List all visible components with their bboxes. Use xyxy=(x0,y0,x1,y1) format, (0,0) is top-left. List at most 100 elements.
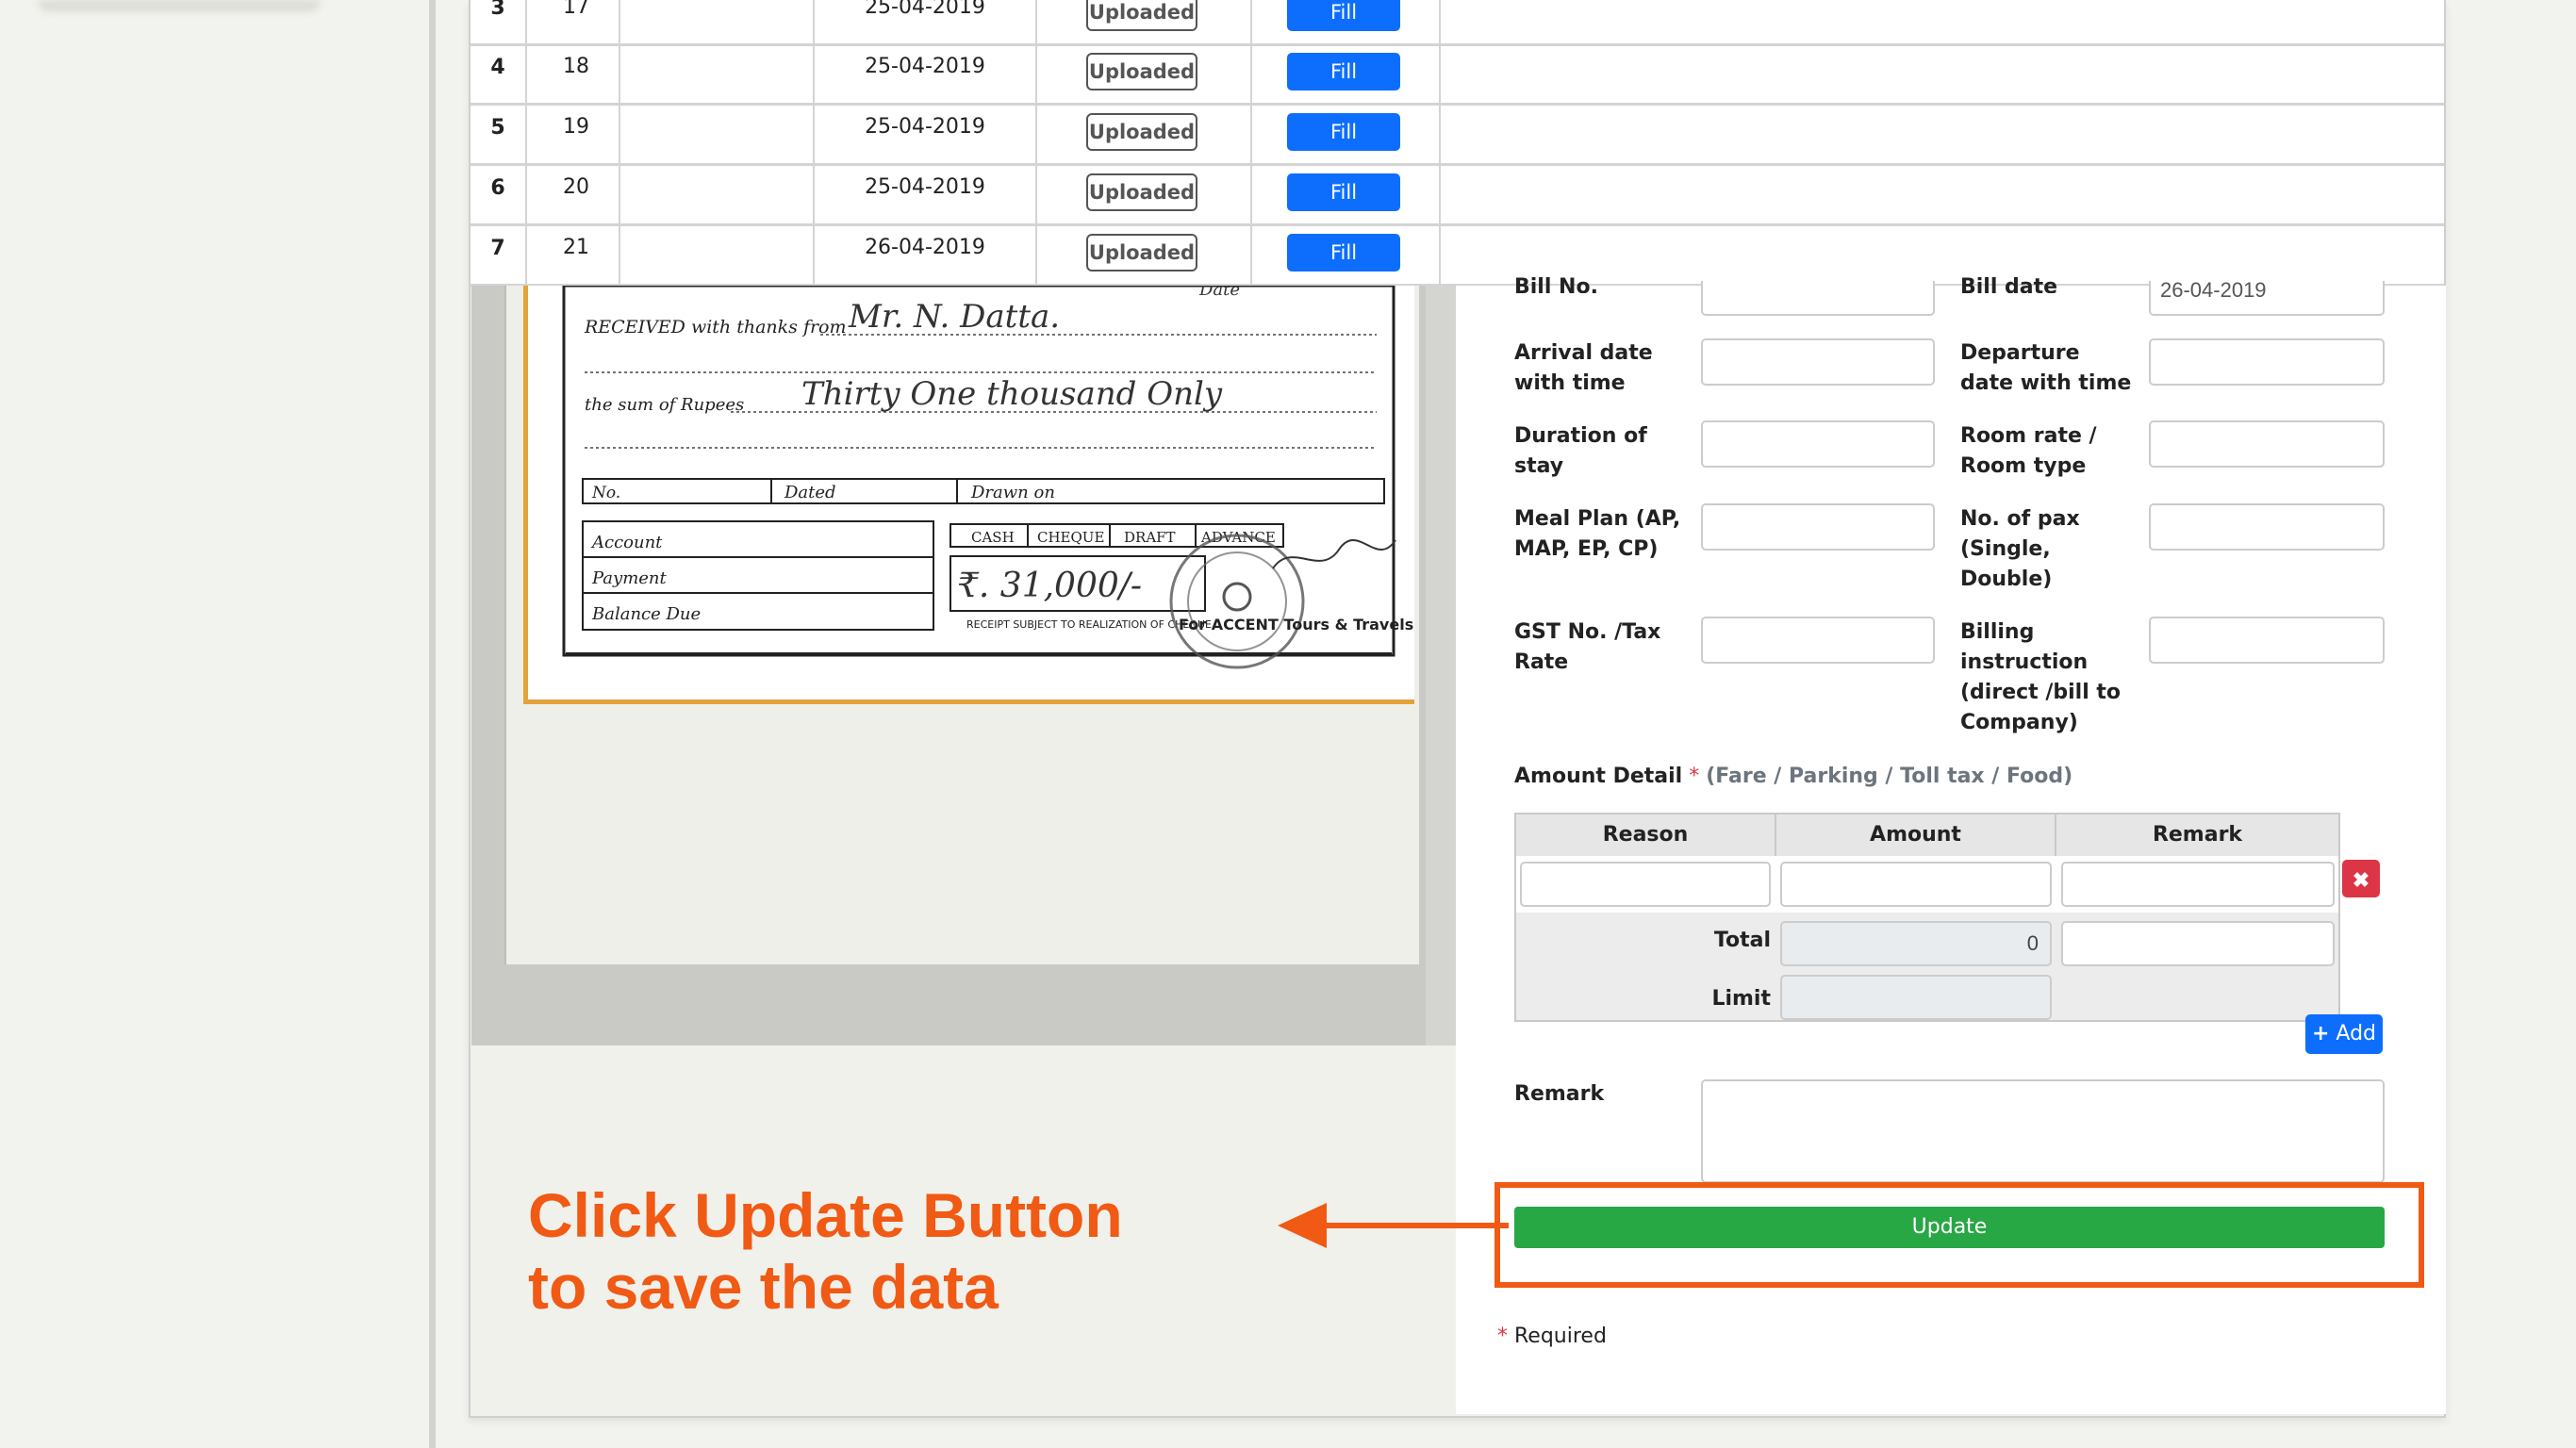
row-date: 25-04-2019 xyxy=(815,164,1037,223)
row-empty-cell xyxy=(620,224,815,284)
col-amount: Amount xyxy=(1776,814,2056,856)
table-row: 7 21 26-04-2019 Uploaded Fill xyxy=(471,224,2444,287)
receipt-amount: ₹. 31,000/- xyxy=(957,567,1142,605)
row-id: 21 xyxy=(527,224,620,284)
table-row: 6 20 25-04-2019 Uploaded Fill xyxy=(471,164,2444,226)
gst-input[interactable] xyxy=(1701,617,1935,664)
row-empty-cell xyxy=(620,43,815,103)
col-reason: Reason xyxy=(1516,814,1776,856)
callout-line-2: to save the data xyxy=(528,1252,999,1322)
row-status-cell: Uploaded xyxy=(1037,43,1252,103)
duration-label: Duration of stay xyxy=(1514,424,1647,478)
amount-detail-label: Amount Detail xyxy=(1514,765,1683,788)
row-date: 25-04-2019 xyxy=(815,0,1037,43)
bills-table: 3 17 25-04-2019 Uploaded Fill 4 18 25-04… xyxy=(469,0,2446,287)
pax-input[interactable] xyxy=(2149,503,2385,551)
room-rate-label: Room rate / Room type xyxy=(1960,424,2097,478)
close-icon: ✖ xyxy=(2352,868,2370,892)
duration-input[interactable] xyxy=(1701,420,1935,468)
mode-draft: DRAFT xyxy=(1124,529,1176,546)
required-note: * Required xyxy=(1497,1322,1607,1352)
meal-plan-input[interactable] xyxy=(1701,503,1935,551)
amount-detail-hint: (Fare / Parking / Toll tax / Food) xyxy=(1706,765,2073,788)
fill-button[interactable]: Fill xyxy=(1287,53,1400,90)
no-label: No. xyxy=(591,484,620,502)
drawn-on-label: Drawn on xyxy=(970,483,1055,502)
viewer-scrollbar[interactable] xyxy=(1426,286,1456,1045)
pax-label: No. of pax (Single, Double) xyxy=(1960,507,2080,591)
mode-advance: ADVANCE xyxy=(1200,529,1276,546)
amount-detail-heading: Amount Detail * (Fare / Parking / Toll t… xyxy=(1514,762,2193,792)
row-date: 25-04-2019 xyxy=(815,104,1037,163)
remark-row-input[interactable] xyxy=(2061,862,2335,907)
amount-table: Reason Amount Remark Total 0 Limit xyxy=(1514,813,2340,1022)
fill-button[interactable]: Fill xyxy=(1287,0,1400,31)
bill-date-input[interactable]: 26-04-2019 xyxy=(2149,281,2385,316)
bill-no-input[interactable] xyxy=(1701,281,1935,316)
row-status-cell: Uploaded xyxy=(1037,224,1252,284)
limit-label: Limit xyxy=(1711,987,1771,1011)
sidebar-shadow xyxy=(38,0,321,11)
row-id: 19 xyxy=(527,104,620,163)
fill-button[interactable]: Fill xyxy=(1287,173,1400,211)
row-id: 18 xyxy=(527,43,620,103)
amount-input[interactable] xyxy=(1780,862,2052,907)
total-value: 0 xyxy=(1780,921,2052,966)
gst-label: GST No. /Tax Rate xyxy=(1514,620,1661,674)
instruction-callout: Click Update Button to save the data xyxy=(528,1179,1226,1323)
row-action-cell: Fill xyxy=(1252,104,1441,163)
row-action-cell: Fill xyxy=(1252,43,1441,103)
dated-label: Dated xyxy=(784,483,836,502)
status-badge: Uploaded xyxy=(1086,173,1197,211)
table-row: 5 19 25-04-2019 Uploaded Fill xyxy=(471,104,2444,166)
fill-button[interactable]: Fill xyxy=(1287,234,1400,272)
row-number: 3 xyxy=(471,0,527,43)
remark-textarea[interactable] xyxy=(1701,1079,2385,1183)
status-badge: Uploaded xyxy=(1086,53,1197,90)
status-badge: Uploaded xyxy=(1086,113,1197,151)
departure-input[interactable] xyxy=(2149,338,2385,386)
required-star: * xyxy=(1689,765,1700,788)
arrow-left-icon xyxy=(1278,1203,1509,1248)
row-number: 6 xyxy=(471,164,527,223)
bill-date-label: Bill date xyxy=(1960,275,2058,293)
table-row: 3 17 25-04-2019 Uploaded Fill xyxy=(471,0,2444,46)
limit-value xyxy=(1780,975,2052,1020)
arrival-label: Arrival date with time xyxy=(1514,341,1653,395)
bill-no-label: Bill No. xyxy=(1514,275,1598,293)
room-rate-input[interactable] xyxy=(2149,420,2385,468)
arrival-input[interactable] xyxy=(1701,338,1935,386)
row-date: 25-04-2019 xyxy=(815,43,1037,103)
col-remark: Remark xyxy=(2056,814,2338,856)
billing-label: Billing instruction (direct /bill to Com… xyxy=(1960,620,2122,734)
account-label: Account xyxy=(590,533,663,552)
row-number: 7 xyxy=(471,224,527,284)
balance-label: Balance Due xyxy=(591,604,701,624)
row-action-cell: Fill xyxy=(1252,224,1441,284)
row-empty-cell xyxy=(620,104,815,163)
billing-input[interactable] xyxy=(2149,617,2385,664)
row-id: 20 xyxy=(527,164,620,223)
fill-button[interactable]: Fill xyxy=(1287,113,1400,151)
row-date: 26-04-2019 xyxy=(815,224,1037,284)
reason-input[interactable] xyxy=(1520,862,1771,907)
plus-icon: + xyxy=(2311,1022,2330,1045)
sum-words-text: Thirty One thousand Only xyxy=(801,375,1223,413)
sidebar-divider xyxy=(429,0,436,1448)
add-row-button[interactable]: + Add xyxy=(2305,1014,2383,1054)
row-empty-cell xyxy=(620,0,815,43)
received-label: RECEIVED with thanks from xyxy=(584,317,847,337)
callout-line-1: Click Update Button xyxy=(528,1180,1123,1250)
status-badge: Uploaded xyxy=(1086,234,1197,272)
row-status-cell: Uploaded xyxy=(1037,164,1252,223)
payment-label: Payment xyxy=(591,568,668,588)
mode-cash: CASH xyxy=(971,529,1015,546)
meal-plan-label: Meal Plan (AP, MAP, EP, CP) xyxy=(1514,507,1681,561)
row-number: 4 xyxy=(471,43,527,103)
row-status-cell: Uploaded xyxy=(1037,104,1252,163)
delete-row-button[interactable]: ✖ xyxy=(2342,860,2380,897)
row-action-cell: Fill xyxy=(1252,0,1441,43)
update-highlight-box xyxy=(1494,1182,2424,1288)
total-remark-input[interactable] xyxy=(2061,921,2335,966)
table-row: 4 18 25-04-2019 Uploaded Fill xyxy=(471,43,2444,106)
